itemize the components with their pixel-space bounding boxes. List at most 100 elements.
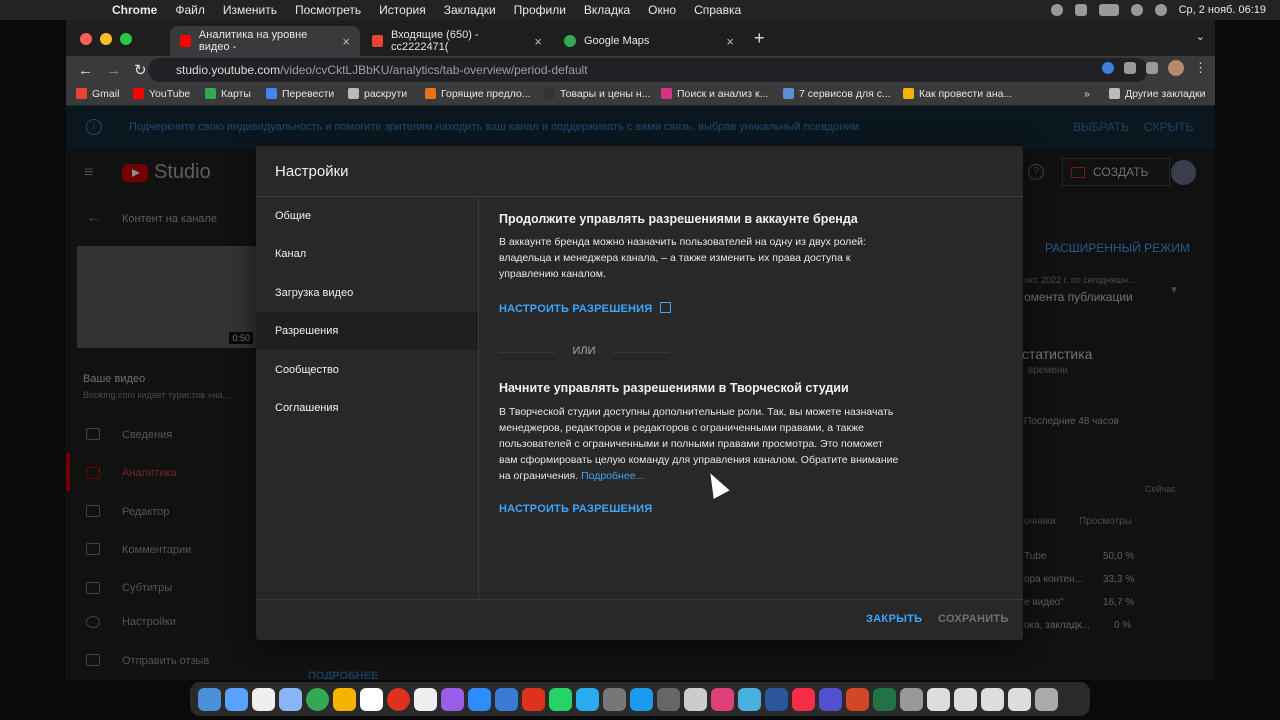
menu-view[interactable]: Посмотреть (295, 3, 361, 17)
chevron-down-icon[interactable]: ▼ (1169, 285, 1179, 296)
menu-file[interactable]: Файл (175, 3, 205, 17)
app-icon[interactable] (738, 687, 761, 711)
menu-edit[interactable]: Изменить (223, 3, 277, 17)
status-icon[interactable] (1074, 4, 1087, 16)
back-icon[interactable]: ← (78, 62, 94, 79)
url-field[interactable]: studio.youtube.com/video/cvCktLJBbKU/ana… (148, 58, 1148, 82)
bookmark-gmail[interactable]: Gmail (76, 88, 119, 100)
back-to-content[interactable]: Контент на канале (122, 213, 217, 225)
yandex-icon[interactable] (360, 687, 383, 711)
music-icon[interactable] (792, 687, 815, 711)
hamburger-icon[interactable]: ≡ (84, 164, 93, 182)
create-button[interactable]: СОЗДАТЬ (1062, 158, 1170, 186)
avatar[interactable] (1168, 60, 1184, 76)
save-button[interactable]: СОХРАНИТЬ (938, 613, 1009, 625)
menu-app[interactable]: Chrome (112, 3, 157, 17)
notes-icon[interactable] (414, 687, 437, 711)
podcasts-icon[interactable] (441, 687, 464, 711)
advanced-mode-button[interactable]: РАСШИРЕННЫЙ РЕЖИМ (1045, 241, 1190, 255)
video-thumbnail[interactable]: 0:50 (77, 246, 257, 348)
app-icon[interactable] (900, 687, 923, 711)
status-icon[interactable] (1050, 4, 1063, 16)
menu-tab[interactable]: Вкладка (584, 3, 630, 17)
document-icon[interactable] (927, 687, 950, 711)
forward-icon[interactable]: → (106, 62, 122, 79)
settings-tab-agreements[interactable]: Соглашения (256, 389, 478, 427)
zoom-icon[interactable] (468, 687, 491, 711)
nav-details[interactable]: Сведения (122, 429, 172, 441)
app-icon[interactable] (522, 687, 545, 711)
document-icon[interactable] (1008, 687, 1031, 711)
app-icon[interactable] (495, 687, 518, 711)
settings-tab-community[interactable]: Сообщество (256, 351, 478, 389)
bookmark-translate[interactable]: Перевести (266, 88, 334, 100)
app-icon[interactable] (333, 687, 356, 711)
close-icon[interactable]: × (726, 34, 734, 49)
nav-analytics[interactable]: Аналитика (122, 467, 176, 479)
chevron-right-icon[interactable]: » (1084, 88, 1090, 100)
wifi-icon[interactable] (1130, 4, 1143, 16)
tab-maps[interactable]: Google Maps × (554, 26, 744, 56)
chevron-down-icon[interactable]: ⌄ (1196, 30, 1205, 43)
sidebar-icon[interactable] (1146, 62, 1158, 74)
configure-permissions-studio-link[interactable]: НАСТРОИТЬ РАЗРЕШЕНИЯ (499, 503, 652, 515)
document-icon[interactable] (954, 687, 977, 711)
close-icon[interactable]: × (342, 34, 350, 49)
close-icon[interactable]: × (534, 34, 542, 49)
bookmark-folder[interactable]: раскрути (348, 88, 407, 100)
bookmark-youtube[interactable]: YouTube (133, 88, 190, 100)
close-window-button[interactable] (80, 33, 92, 45)
nav-editor[interactable]: Редактор (122, 506, 169, 518)
close-button[interactable]: ЗАКРЫТЬ (866, 613, 922, 625)
tab-analytics[interactable]: Аналитика на уровне видео - × (170, 26, 360, 56)
period-select[interactable]: омента публикации (1024, 290, 1133, 304)
bookmark-search[interactable]: Поиск и анализ к... (661, 88, 768, 100)
menu-profiles[interactable]: Профили (514, 3, 566, 17)
avatar[interactable] (1171, 160, 1196, 185)
document-icon[interactable] (981, 687, 1004, 711)
tab-gmail[interactable]: Входящие (650) - cc2222471( × (362, 26, 552, 56)
bookmark-services[interactable]: 7 сервисов для с... (783, 88, 891, 100)
more-link[interactable]: ПОДРОБНЕЕ (308, 670, 378, 680)
powerpoint-icon[interactable] (846, 687, 869, 711)
nav-comments[interactable]: Комментарии (122, 544, 191, 556)
trash-icon[interactable] (1035, 687, 1058, 711)
choose-button[interactable]: ВЫБРАТЬ (1073, 120, 1129, 134)
battery-icon[interactable] (1098, 4, 1119, 16)
settings-tab-permissions[interactable]: Разрешения (256, 312, 478, 350)
app-icon[interactable] (684, 687, 707, 711)
settings-tab-upload[interactable]: Загрузка видео (256, 274, 478, 312)
studio-logo[interactable]: Studio (122, 161, 211, 184)
bookmark-howto[interactable]: Как провести ана... (903, 88, 1012, 100)
settings-tab-channel[interactable]: Канал (256, 235, 478, 273)
mail-icon[interactable] (225, 687, 248, 711)
nav-feedback[interactable]: Отправить отзыв (122, 655, 209, 667)
finder-icon[interactable] (198, 687, 221, 711)
settings-tab-general[interactable]: Общие (256, 197, 478, 235)
bookmark-other[interactable]: Другие закладки (1109, 88, 1205, 100)
excel-icon[interactable] (873, 687, 896, 711)
extensions-icon[interactable] (1124, 62, 1136, 74)
menu-window[interactable]: Окно (648, 3, 676, 17)
bookmark-goods[interactable]: Товары и цены н... (544, 88, 650, 100)
nav-settings[interactable]: Настройки (122, 616, 176, 628)
app-icon[interactable] (711, 687, 734, 711)
profile-icon[interactable] (1102, 62, 1114, 74)
menu-history[interactable]: История (379, 3, 426, 17)
more-icon[interactable]: ⋮ (1194, 60, 1207, 76)
app-icon[interactable] (657, 687, 680, 711)
minimize-window-button[interactable] (100, 33, 112, 45)
hide-button[interactable]: СКРЫТЬ (1144, 120, 1194, 134)
arrow-left-icon[interactable]: ← (86, 209, 102, 227)
help-icon[interactable]: ? (1028, 164, 1044, 180)
clock[interactable]: Ср, 2 нояб. 06:19 (1179, 4, 1266, 16)
bookmark-hot[interactable]: Горящие предло... (425, 88, 531, 100)
zoom-window-button[interactable] (120, 33, 132, 45)
chrome-icon[interactable] (306, 687, 329, 711)
bookmark-maps[interactable]: Карты (205, 88, 251, 100)
app-icon[interactable] (279, 687, 302, 711)
configure-permissions-link[interactable]: НАСТРОИТЬ РАЗРЕШЕНИЯ (499, 302, 672, 315)
new-tab-icon[interactable]: + (754, 28, 765, 49)
learn-more-link[interactable]: Подробнее... (581, 470, 644, 482)
telegram-icon[interactable] (576, 687, 599, 711)
